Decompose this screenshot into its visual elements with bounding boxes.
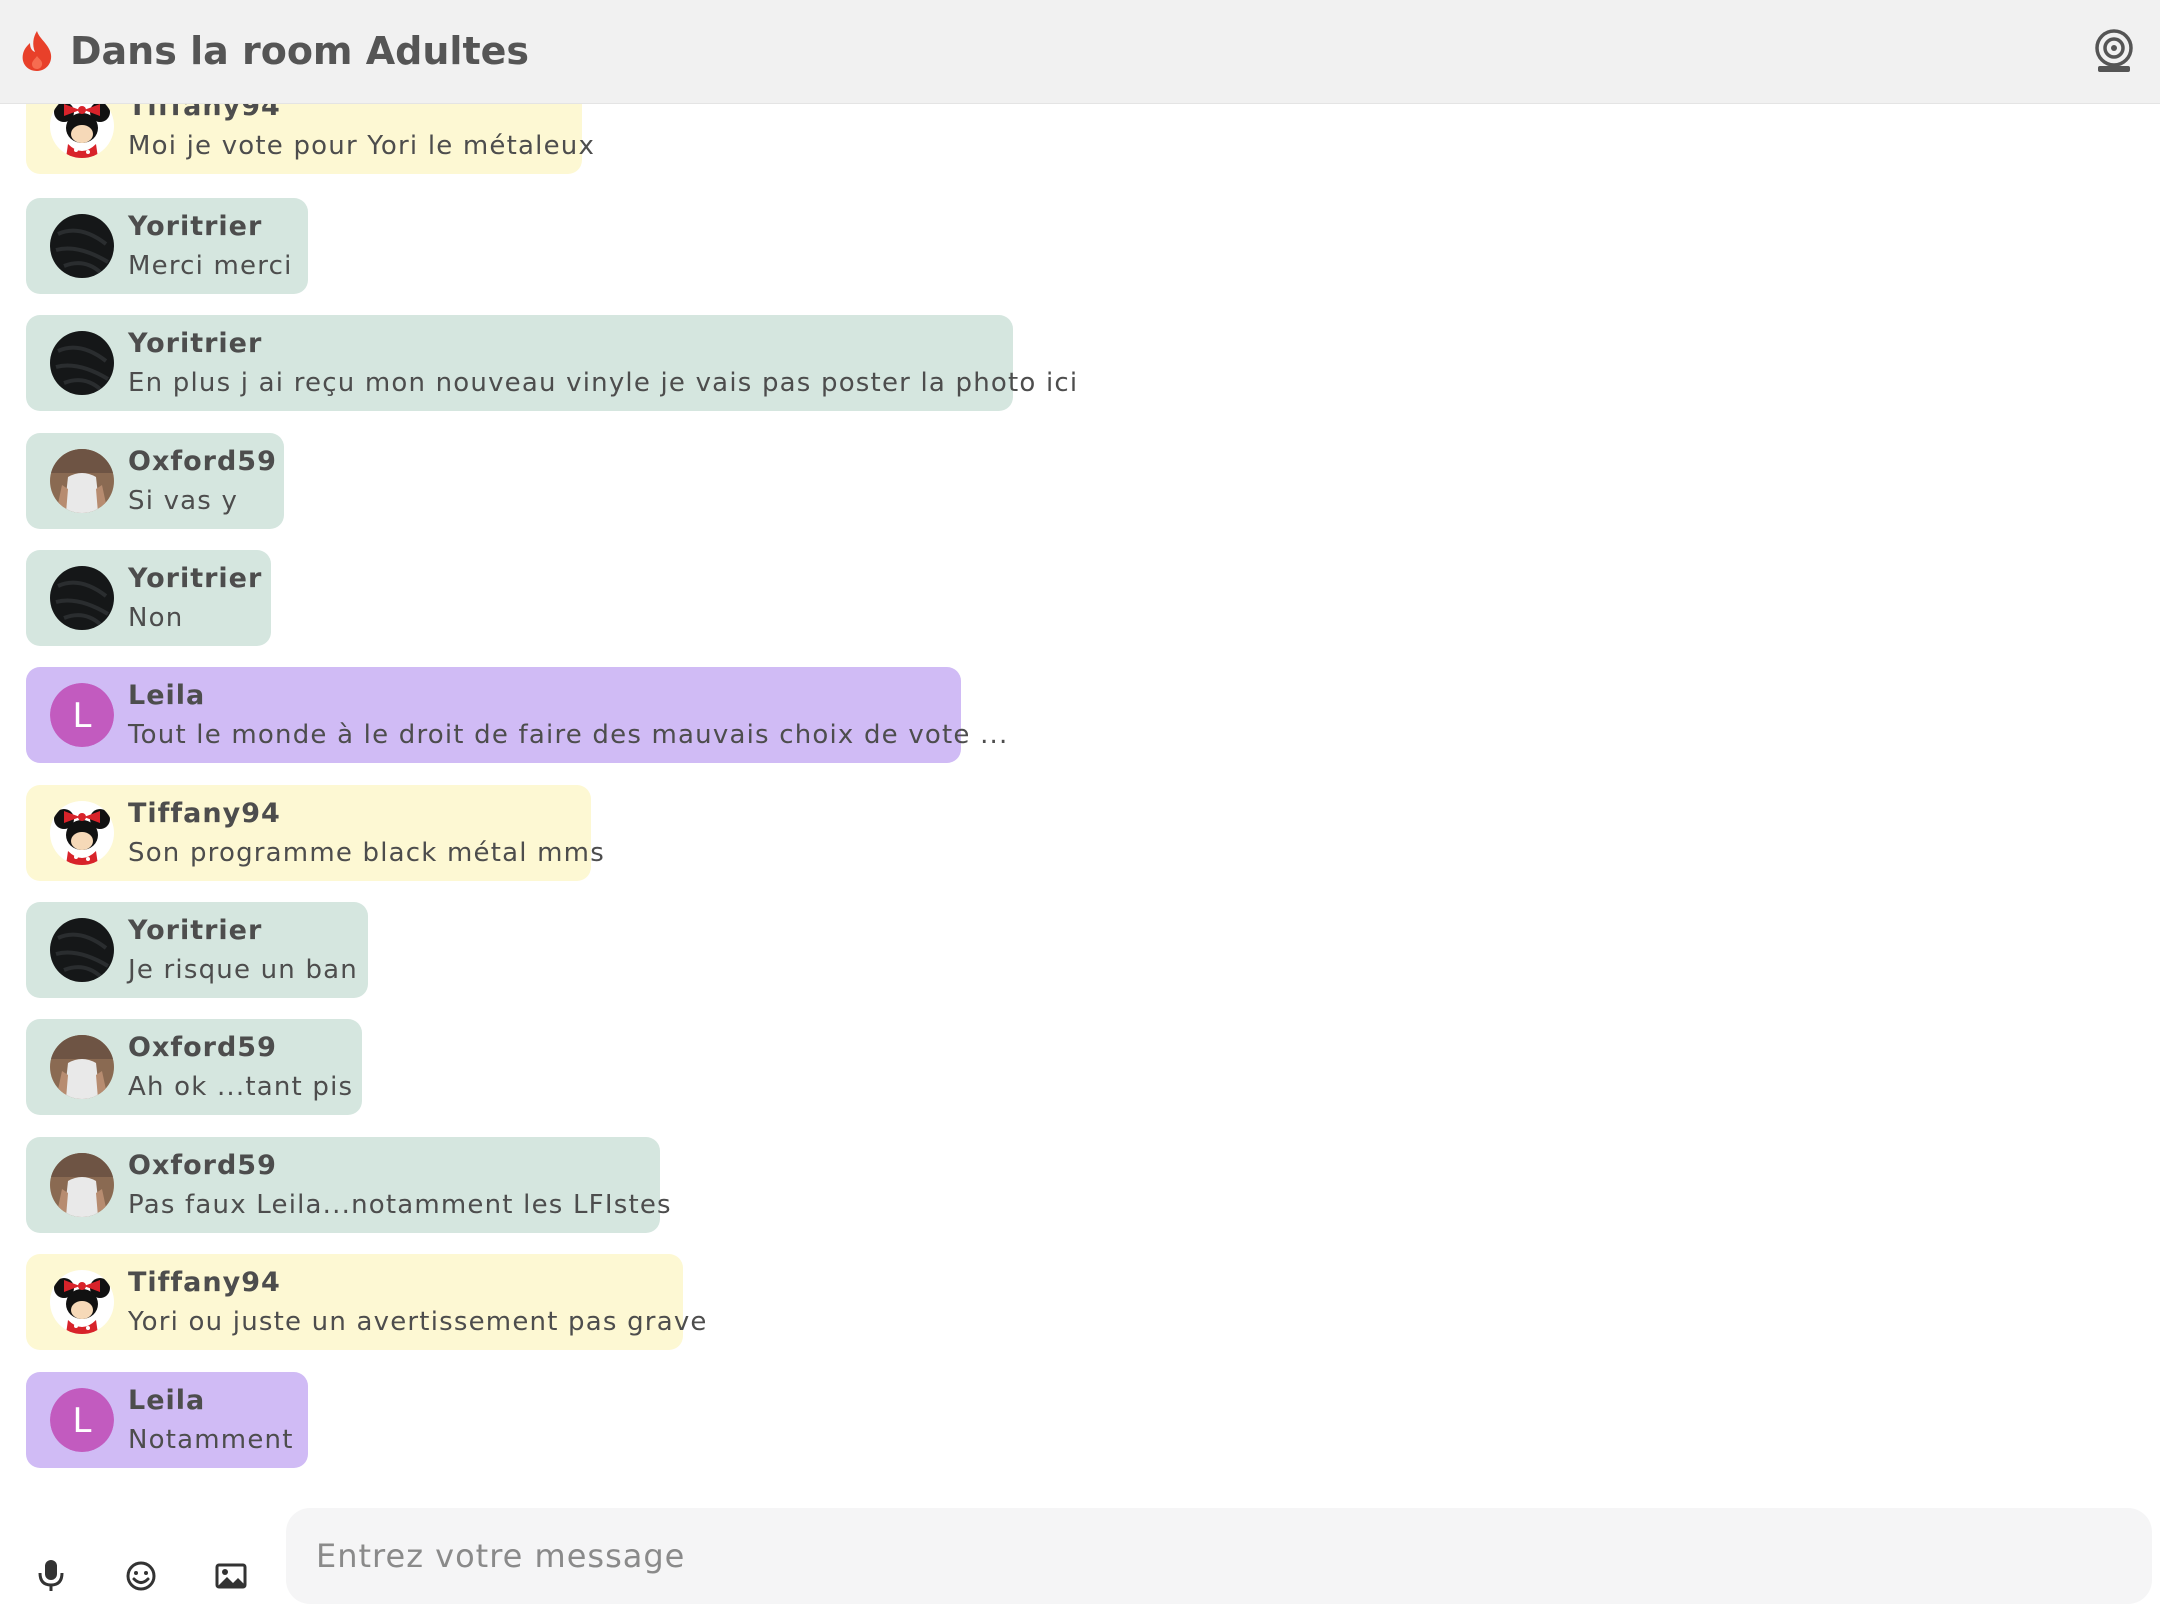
message-text: Si vas y — [128, 486, 239, 516]
message-text: Yori ou juste un avertissement pas grave — [128, 1307, 708, 1337]
emoji-button[interactable] — [119, 1554, 163, 1598]
message-bubble: Oxford59 Pas faux Leila...notamment les … — [26, 1137, 671, 1233]
dark-avatar[interactable] — [50, 331, 114, 395]
minnie-avatar[interactable] — [50, 1270, 114, 1334]
letter-avatar[interactable]: L — [50, 1388, 114, 1452]
message-username[interactable]: Oxford59 — [128, 1149, 277, 1183]
message-username[interactable]: Leila — [128, 679, 205, 713]
message-bubble: Tiffany94 Moi je vote pour Yori le métal… — [26, 104, 594, 174]
room-title: Dans la room Adultes — [70, 29, 530, 73]
photo-avatar[interactable] — [50, 449, 114, 513]
message-text: Non — [128, 603, 184, 633]
message-text: Moi je vote pour Yori le métaleux — [128, 131, 596, 161]
flame-icon — [22, 31, 52, 71]
microphone-button[interactable] — [29, 1554, 73, 1598]
message-bubble: Tiffany94 Son programme black métal mms — [26, 785, 604, 881]
photo-avatar[interactable] — [50, 1153, 114, 1217]
message-bubble: L Leila Tout le monde à le droit de fair… — [26, 667, 1007, 763]
room-header: Dans la room Adultes — [0, 0, 2160, 104]
message-bubble: Oxford59 Si vas y — [26, 433, 284, 529]
avatar-letter: L — [73, 696, 92, 736]
message-text: Merci merci — [128, 251, 293, 281]
webcam-icon[interactable] — [2092, 28, 2136, 74]
message-bubble: Yoritrier En plus j ai reçu mon nouveau … — [26, 315, 1077, 411]
message-list[interactable]: Tiffany94 Moi je vote pour Yori le métal… — [0, 104, 2160, 1474]
emoji-icon — [126, 1561, 156, 1591]
avatar-letter: L — [73, 1401, 92, 1441]
dark-avatar[interactable] — [50, 566, 114, 630]
message-username[interactable]: Yoritrier — [128, 914, 262, 948]
message-text: Tout le monde à le droit de faire des ma… — [128, 720, 1009, 750]
message-bubble: Yoritrier Merci merci — [26, 198, 308, 294]
message-username[interactable]: Yoritrier — [128, 210, 262, 244]
image-icon — [215, 1563, 247, 1589]
message-bubble: Tiffany94 Yori ou juste un avertissement… — [26, 1254, 706, 1350]
message-text: Son programme black métal mms — [128, 838, 605, 868]
message-text: Notamment — [128, 1425, 294, 1455]
dark-avatar[interactable] — [50, 214, 114, 278]
message-text: Ah ok ...tant pis — [128, 1072, 354, 1102]
message-text: Je risque un ban — [128, 955, 358, 985]
letter-avatar[interactable]: L — [50, 683, 114, 747]
message-bubble: Yoritrier Non — [26, 550, 271, 646]
message-bubble: L Leila Notamment — [26, 1372, 308, 1468]
message-username[interactable]: Leila — [128, 1384, 205, 1418]
message-bubble: Yoritrier Je risque un ban — [26, 902, 368, 998]
image-button[interactable] — [209, 1554, 253, 1598]
photo-avatar[interactable] — [50, 1035, 114, 1099]
minnie-avatar[interactable] — [50, 801, 114, 865]
message-input[interactable] — [286, 1508, 2152, 1604]
message-composer — [0, 1474, 2160, 1624]
message-text: Pas faux Leila...notamment les LFIstes — [128, 1190, 672, 1220]
message-username[interactable]: Tiffany94 — [128, 797, 281, 831]
message-text: En plus j ai reçu mon nouveau vinyle je … — [128, 368, 1079, 398]
message-bubble: Oxford59 Ah ok ...tant pis — [26, 1019, 362, 1115]
message-username[interactable]: Yoritrier — [128, 562, 262, 596]
dark-avatar[interactable] — [50, 918, 114, 982]
message-username[interactable]: Oxford59 — [128, 1031, 277, 1065]
message-username[interactable]: Yoritrier — [128, 327, 262, 361]
message-username[interactable]: Tiffany94 — [128, 104, 281, 124]
minnie-avatar[interactable] — [50, 104, 114, 158]
message-username[interactable]: Tiffany94 — [128, 1266, 281, 1300]
microphone-icon — [38, 1560, 64, 1591]
message-username[interactable]: Oxford59 — [128, 445, 277, 479]
